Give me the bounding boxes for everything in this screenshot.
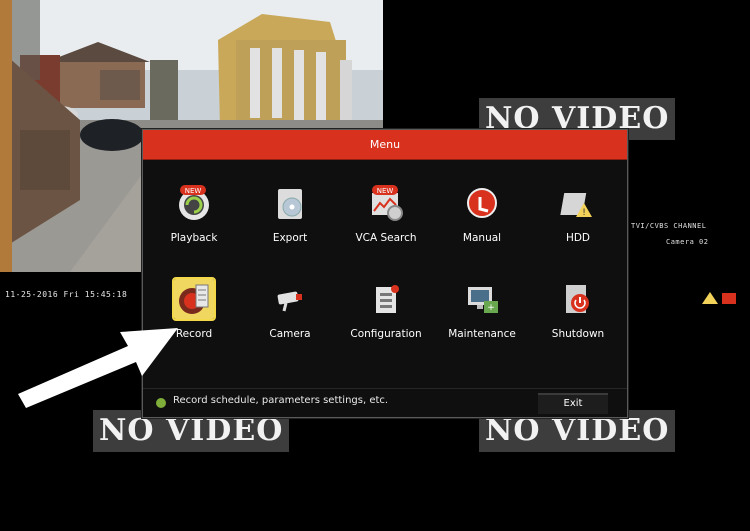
menu-item-playback[interactable]: NEW Playback xyxy=(146,183,242,244)
menu-item-configuration[interactable]: Configuration xyxy=(338,279,434,340)
export-icon xyxy=(278,189,302,219)
menu-item-hdd[interactable]: ! HDD xyxy=(530,183,626,244)
new-badge: NEW xyxy=(185,187,202,195)
main-menu-dialog: Menu NEW Playback Export NEW VCA Search … xyxy=(142,129,628,418)
exit-button[interactable]: Exit xyxy=(538,393,608,414)
menu-item-shutdown[interactable]: Shutdown xyxy=(530,279,626,340)
shutdown-icon xyxy=(566,285,589,313)
menu-item-label: Manual xyxy=(462,232,502,244)
record-status-icon xyxy=(722,293,736,304)
svg-text:+: + xyxy=(487,303,495,313)
menu-item-camera[interactable]: Camera xyxy=(242,279,338,340)
new-badge: NEW xyxy=(377,187,394,195)
menu-item-label: Shutdown xyxy=(551,328,605,340)
camera-timestamp: 11-25-2016 Fri 15:45:18 xyxy=(5,290,128,299)
menu-item-label: Configuration xyxy=(350,328,422,340)
channel-camera-name: Camera 02 xyxy=(666,238,709,246)
alarm-icon xyxy=(702,292,718,304)
vca-search-icon: NEW xyxy=(372,185,403,221)
menu-item-label: Maintenance xyxy=(448,328,516,340)
menu-item-export[interactable]: Export xyxy=(242,183,338,244)
configuration-icon xyxy=(376,285,399,313)
menu-item-label: HDD xyxy=(565,232,591,244)
svg-text:!: ! xyxy=(582,208,586,218)
channel-status-icons xyxy=(700,290,740,310)
menu-item-label: Export xyxy=(272,232,308,244)
camera-icon xyxy=(277,291,302,312)
menu-hint: Record schedule, parameters settings, et… xyxy=(173,395,389,406)
menu-footer: Record schedule, parameters settings, et… xyxy=(143,388,627,417)
menu-item-label: Playback xyxy=(170,232,218,244)
menu-item-label: Camera xyxy=(269,328,311,340)
menu-item-vca-search[interactable]: NEW VCA Search xyxy=(338,183,434,244)
record-icon xyxy=(172,277,216,321)
channel-title: TVI/CVBS CHANNEL xyxy=(631,222,707,230)
menu-item-manual[interactable]: Manual xyxy=(434,183,530,244)
menu-grid: NEW Playback Export NEW VCA Search Manua… xyxy=(143,159,627,389)
manual-record-icon xyxy=(467,188,497,218)
menu-title: Menu xyxy=(143,130,627,160)
maintenance-icon: + xyxy=(468,287,498,313)
pointer-arrow-icon xyxy=(18,328,178,408)
playback-icon: NEW xyxy=(179,185,209,220)
hdd-icon: ! xyxy=(560,193,592,218)
menu-item-label: VCA Search xyxy=(355,232,417,244)
menu-item-maintenance[interactable]: + Maintenance xyxy=(434,279,530,340)
